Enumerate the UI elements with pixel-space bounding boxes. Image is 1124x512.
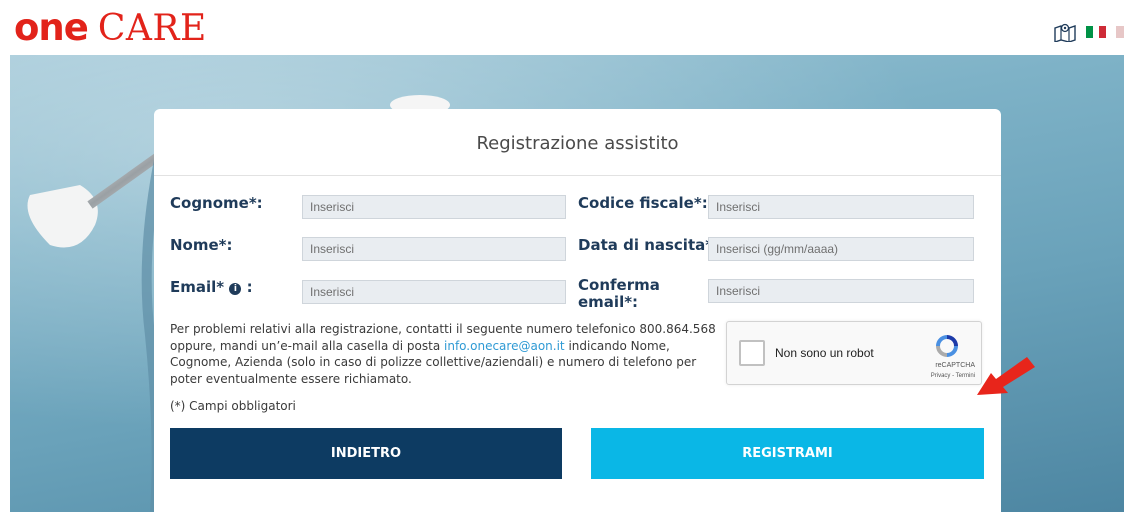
red-arrow-annotation: [977, 357, 1035, 395]
nome-label: Nome*:: [170, 236, 233, 254]
data-nascita-input[interactable]: [708, 237, 974, 261]
required-fields-note: (*) Campi obbligatori: [170, 399, 296, 413]
recaptcha-checkbox[interactable]: [739, 340, 765, 366]
conferma-email-label-line2: email*:: [578, 293, 639, 311]
map-icon[interactable]: [1054, 22, 1076, 42]
email-label-colon: :: [246, 278, 253, 296]
info-icon[interactable]: i: [229, 283, 242, 295]
recaptcha-logo-icon: [936, 335, 958, 357]
flag-italy-icon[interactable]: [1086, 26, 1107, 38]
help-text: Per problemi relativi alla registrazione…: [170, 321, 730, 387]
email-input[interactable]: [302, 280, 566, 304]
form-title: Registrazione assistito: [154, 109, 1001, 176]
support-email-link[interactable]: info.onecare@aon.it: [444, 339, 565, 353]
register-button[interactable]: REGISTRAMI: [591, 428, 984, 479]
email-label-text: Email*: [170, 278, 225, 296]
conferma-email-input[interactable]: [708, 279, 974, 303]
flag-partial-icon[interactable]: [1116, 26, 1124, 38]
cognome-label: Cognome*:: [170, 194, 263, 212]
conferma-email-label-line1: Conferma: [578, 276, 660, 294]
recaptcha-label: Non sono un robot: [775, 346, 874, 360]
logo-care-text: CARE: [97, 8, 207, 49]
back-button[interactable]: INDIETRO: [170, 428, 562, 479]
header-icons: [1054, 22, 1124, 42]
recaptcha-links[interactable]: Privacy - Termini: [931, 373, 975, 379]
recaptcha-widget: Non sono un robot reCAPTCHA Privacy - Te…: [726, 321, 982, 385]
data-nascita-label: Data di nascita*:: [578, 236, 720, 254]
conferma-email-label: Conferma email*:: [578, 277, 660, 311]
recaptcha-brand: reCAPTCHA: [935, 362, 975, 369]
cognome-input[interactable]: [302, 195, 566, 219]
site-header: one CARE: [0, 0, 1124, 55]
logo-one-text: one: [14, 6, 89, 49]
codice-fiscale-label: Codice fiscale*:: [578, 194, 708, 212]
nome-input[interactable]: [302, 237, 566, 261]
email-label: Email* i :: [170, 279, 253, 296]
onecare-logo[interactable]: one CARE: [14, 6, 207, 50]
codice-fiscale-input[interactable]: [708, 195, 974, 219]
registration-card: Registrazione assistito Cognome*: Nome*:…: [154, 109, 1001, 512]
